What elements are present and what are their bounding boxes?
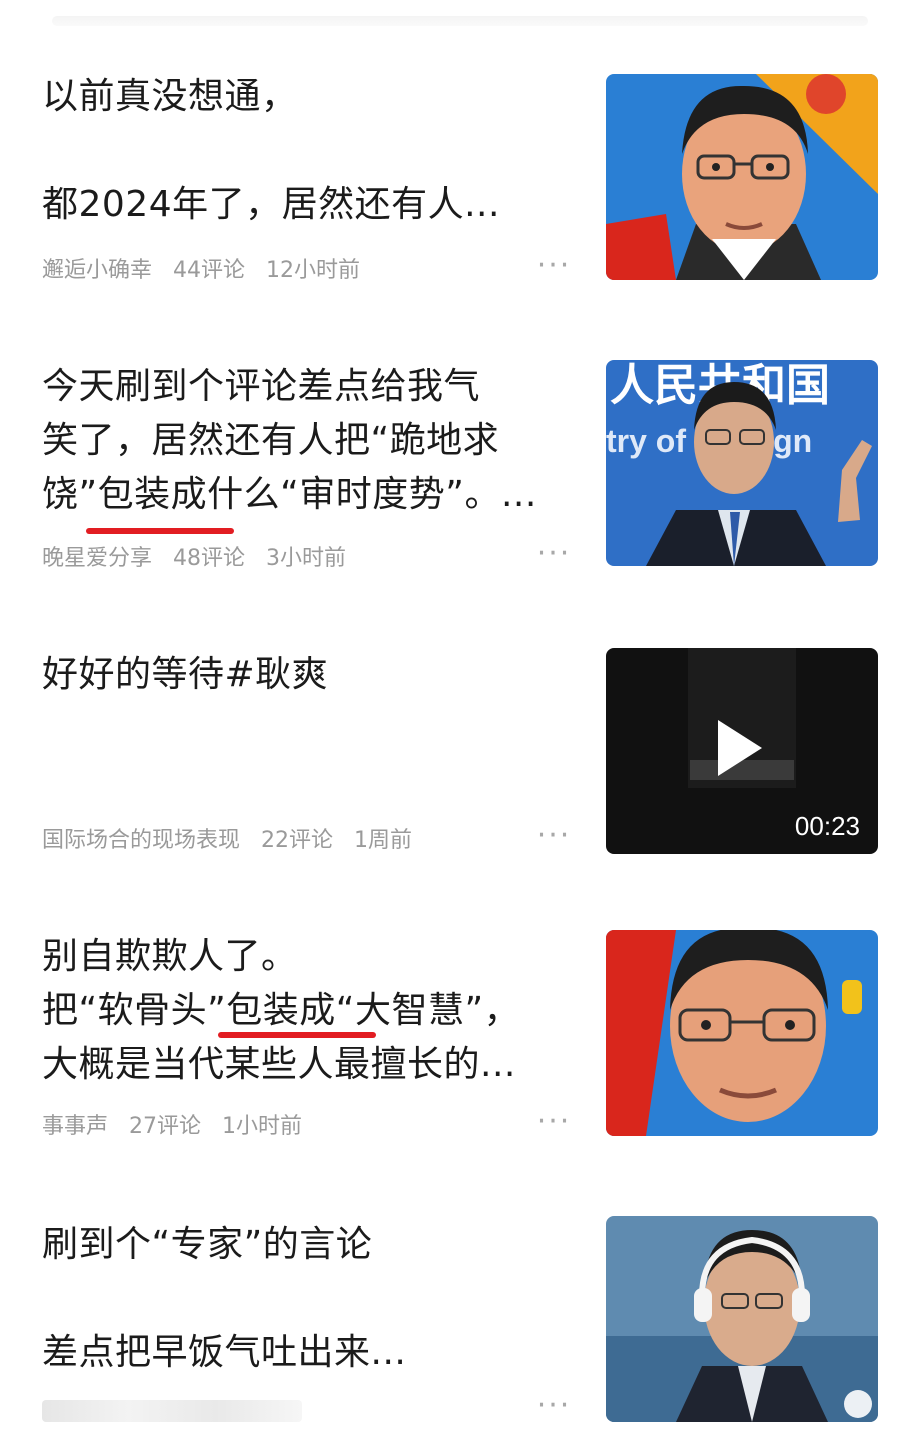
video-thumbnail[interactable]: 00:23	[606, 648, 878, 854]
item-title[interactable]: 刷到个“专家”的言论 差点把早饭气吐出来...	[42, 1218, 564, 1380]
play-icon[interactable]	[718, 720, 762, 776]
feed-item[interactable]: 今天刷到个评论差点给我气 笑了，居然还有人把“跪地求 饶”包装成什么“审时度势”…	[0, 360, 912, 580]
feed-item[interactable]: 以前真没想通， 都2024年了，居然还有人... 邂逅小确幸 44评论 12小时…	[0, 60, 912, 283]
item-meta: 邂逅小确幸 44评论 12小时前	[42, 252, 374, 284]
post-time: 12小时前	[266, 258, 361, 283]
title-line: 饶”包装成什么“审时度势”。...	[42, 474, 537, 515]
title-line: 刷到个“专家”的言论	[42, 1224, 373, 1265]
title-line: 笑了，居然还有人把“跪地求	[42, 420, 500, 461]
comment-count: 44评论	[173, 258, 246, 283]
red-underline-annotation	[86, 528, 234, 534]
video-duration: 00:23	[794, 811, 860, 841]
item-title[interactable]: 别自欺欺人了。 把“软骨头”包装成“大智慧”， 大概是当代某些人最擅长的...	[42, 930, 564, 1092]
portrait-illustration-1	[606, 74, 878, 280]
title-line: 以前真没想通，	[42, 76, 298, 117]
title-line: 别自欺欺人了。	[42, 936, 298, 977]
thumbnail-image[interactable]	[606, 1216, 878, 1422]
press-conference-photo: 人民共和国 try of Foreign	[606, 360, 878, 566]
author-name[interactable]: 事事声	[42, 1114, 108, 1139]
more-options-button[interactable]: ···	[536, 821, 572, 856]
author-name[interactable]: 晚星爱分享	[42, 546, 152, 571]
author-name[interactable]: 国际场合的现场表现	[42, 828, 240, 853]
item-title[interactable]: 以前真没想通， 都2024年了，居然还有人...	[42, 70, 564, 232]
top-divider	[52, 16, 868, 26]
item-meta: 晚星爱分享 48评论 3小时前	[42, 540, 360, 572]
portrait-illustration-2	[606, 930, 878, 1136]
thumbnail-image[interactable]	[606, 74, 878, 280]
comment-count: 27评论	[129, 1114, 202, 1139]
title-blank-line	[42, 124, 564, 178]
more-options-button[interactable]: ···	[536, 251, 572, 286]
title-blank-line	[42, 1272, 564, 1326]
author-name[interactable]: 邂逅小确幸	[42, 258, 152, 283]
red-underline-annotation	[218, 1032, 376, 1038]
post-time: 1周前	[354, 828, 413, 853]
item-title[interactable]: 今天刷到个评论差点给我气 笑了，居然还有人把“跪地求 饶”包装成什么“审时度势”…	[42, 360, 564, 522]
title-line: 大概是当代某些人最擅长的...	[42, 1044, 516, 1085]
title-line: 把“软骨头”包装成“大智慧”，	[42, 990, 521, 1031]
more-options-button[interactable]: ···	[536, 1107, 572, 1142]
item-meta: 事事声 27评论 1小时前	[42, 1108, 316, 1140]
more-options-button[interactable]: ···	[536, 1391, 572, 1426]
comment-count: 22评论	[261, 828, 334, 853]
thumbnail-image[interactable]: 人民共和国 try of Foreign	[606, 360, 878, 566]
post-time: 1小时前	[222, 1114, 303, 1139]
thumbnail-image[interactable]	[606, 930, 878, 1136]
blurred-meta	[42, 1400, 302, 1422]
title-line: 好好的等待#耿爽	[42, 654, 329, 695]
more-options-button[interactable]: ···	[536, 539, 572, 574]
headset-photo	[606, 1216, 878, 1422]
feed-item[interactable]: 别自欺欺人了。 把“软骨头”包装成“大智慧”， 大概是当代某些人最擅长的... …	[0, 930, 912, 1150]
title-line: 今天刷到个评论差点给我气	[42, 366, 481, 407]
item-meta: 国际场合的现场表现 22评论 1周前	[42, 822, 426, 854]
feed-item[interactable]: 好好的等待#耿爽 国际场合的现场表现 22评论 1周前 ··· 00:23	[0, 646, 912, 866]
title-line: 差点把早饭气吐出来...	[42, 1332, 407, 1373]
post-time: 3小时前	[266, 546, 347, 571]
item-title[interactable]: 好好的等待#耿爽	[42, 648, 564, 702]
comment-count: 48评论	[173, 546, 246, 571]
title-line: 都2024年了，居然还有人...	[42, 184, 500, 225]
